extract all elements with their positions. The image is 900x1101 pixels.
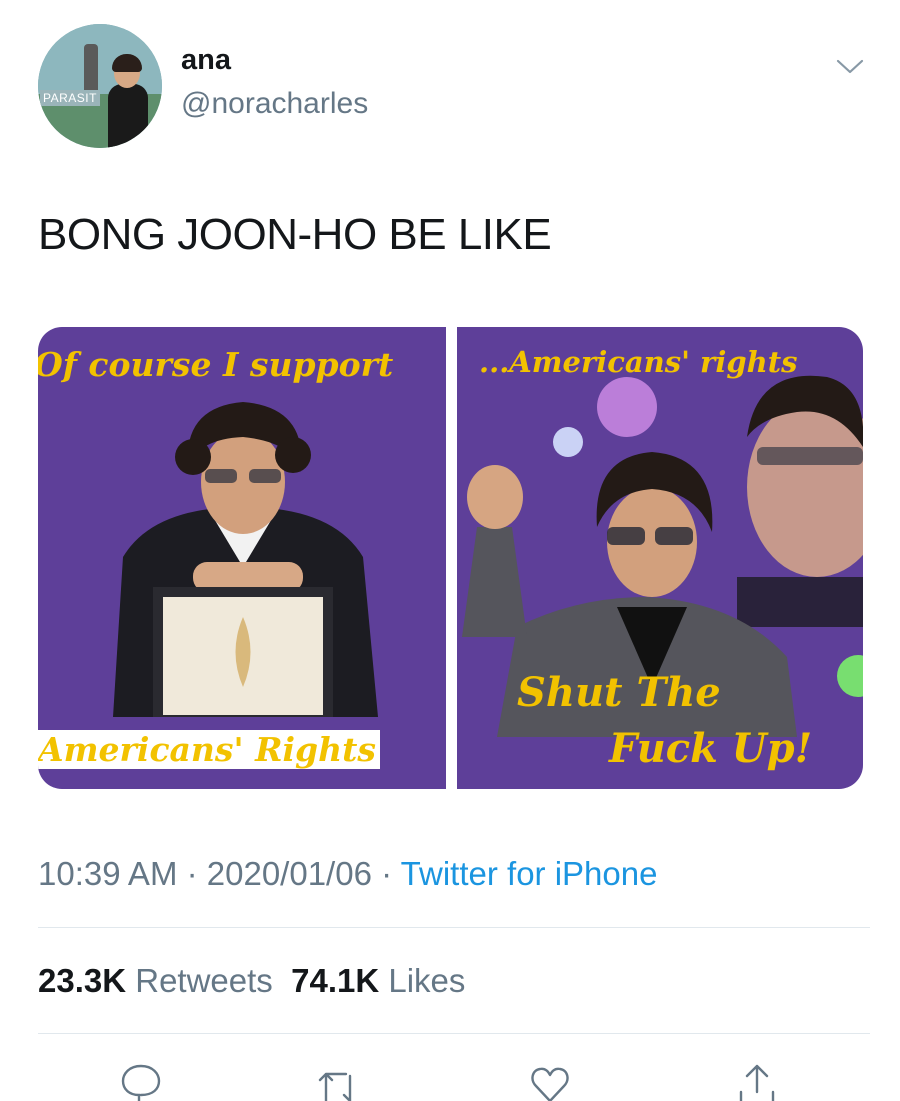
tweet-meta: 10:39 AM · 2020/01/06 · Twitter for iPho… bbox=[38, 855, 657, 893]
retweets-stat[interactable]: 23.3K Retweets bbox=[38, 962, 273, 999]
divider bbox=[38, 1033, 870, 1034]
retweet-icon[interactable] bbox=[316, 1062, 360, 1101]
likes-stat[interactable]: 74.1K Likes bbox=[291, 962, 465, 999]
media-right-panel[interactable]: ...Americans' rights Shut The Fuck Up! bbox=[457, 327, 863, 789]
avatar-sign-text: PARASIT bbox=[40, 90, 100, 106]
left-figure-image bbox=[113, 402, 378, 717]
purple-orb-decoration bbox=[597, 377, 657, 437]
tweet-stats: 23.3K Retweets 74.1K Likes bbox=[38, 962, 465, 1000]
right-bottom-caption-line1: Shut The bbox=[517, 669, 721, 716]
right-bottom-caption-line2: Fuck Up! bbox=[609, 725, 813, 772]
avatar-background-figure bbox=[84, 44, 98, 94]
author-handle[interactable]: @noracharles bbox=[181, 87, 368, 121]
retweets-count: 23.3K bbox=[38, 962, 127, 999]
tweet-media[interactable]: Of course I support Americans' Rights ..… bbox=[38, 327, 863, 789]
avatar-person-body bbox=[108, 84, 148, 148]
chevron-down-icon[interactable] bbox=[835, 56, 865, 76]
retweets-label: Retweets bbox=[135, 962, 273, 999]
media-left-panel[interactable]: Of course I support Americans' Rights bbox=[38, 327, 446, 789]
reply-icon[interactable] bbox=[119, 1062, 163, 1101]
tweet-time: 10:39 AM bbox=[38, 855, 178, 892]
avatar-sky bbox=[38, 24, 162, 94]
like-icon[interactable] bbox=[528, 1062, 572, 1101]
likes-label: Likes bbox=[388, 962, 466, 999]
likes-count: 74.1K bbox=[291, 962, 380, 999]
divider bbox=[38, 927, 870, 928]
left-bottom-caption: Americans' Rights bbox=[38, 730, 380, 769]
meta-separator: · bbox=[177, 855, 207, 892]
avatar[interactable]: PARASIT bbox=[38, 24, 162, 148]
green-orb-decoration bbox=[837, 655, 863, 697]
tweet-date[interactable]: 2020/01/06 bbox=[207, 855, 372, 892]
meta-separator: · bbox=[371, 855, 401, 892]
tweet-source-link[interactable]: Twitter for iPhone bbox=[401, 855, 658, 892]
tweet-text: BONG JOON-HO BE LIKE bbox=[38, 210, 552, 259]
left-top-caption: Of course I support bbox=[38, 345, 394, 384]
author-name[interactable]: ana bbox=[181, 44, 231, 77]
share-icon[interactable] bbox=[735, 1062, 779, 1101]
right-top-caption: ...Americans' rights bbox=[479, 345, 798, 379]
